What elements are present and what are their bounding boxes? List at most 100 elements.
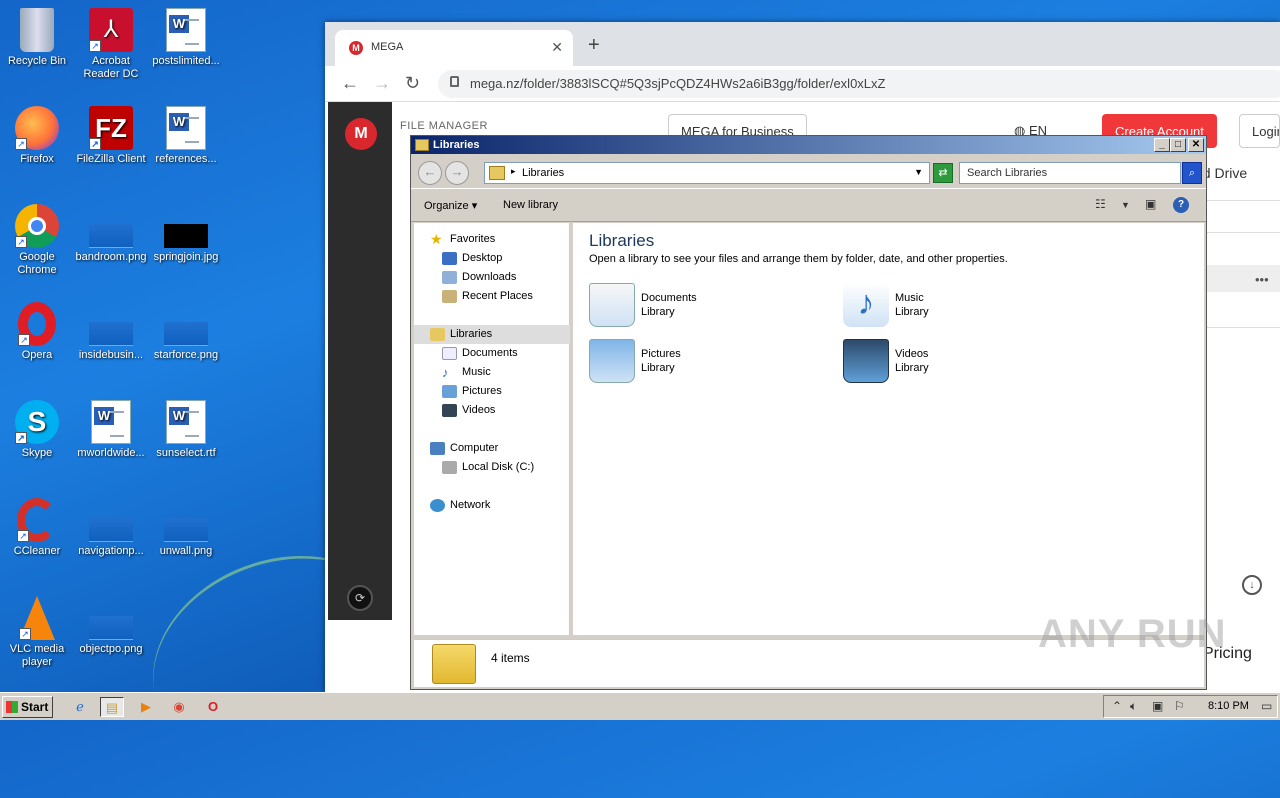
window-titlebar[interactable]: Libraries _ □ ✕ bbox=[411, 136, 1206, 154]
download-icon[interactable]: ↓ bbox=[1242, 575, 1262, 595]
view-dropdown-icon[interactable]: ▼ bbox=[1121, 200, 1130, 210]
desktop-icon-recycle-bin[interactable]: Recycle Bin bbox=[0, 2, 74, 68]
anyrun-watermark: ANY RUN bbox=[1038, 612, 1227, 656]
content-pane: Libraries Open a library to see your fil… bbox=[573, 223, 1204, 635]
help-icon[interactable]: ? bbox=[1173, 197, 1189, 213]
file-manager-label: FILE MANAGER bbox=[400, 120, 488, 132]
desktop-icon-skype[interactable]: S ↗ Skype bbox=[0, 394, 74, 460]
forward-arrow-icon[interactable]: → bbox=[373, 73, 391, 94]
explorer-taskbar-icon[interactable]: ▤ bbox=[100, 697, 124, 717]
back-button[interactable]: ← bbox=[418, 161, 442, 185]
libraries-folder-icon bbox=[432, 644, 476, 684]
desktop-file-starforce[interactable]: starforce.png bbox=[149, 296, 223, 362]
new-library-button[interactable]: New library bbox=[503, 199, 558, 211]
nav-label: Documents bbox=[462, 347, 518, 359]
nav-item-computer[interactable]: Computer bbox=[430, 439, 498, 458]
desktop-icon-chrome[interactable]: ↗ Google Chrome bbox=[0, 198, 74, 277]
selected-row[interactable] bbox=[1207, 265, 1280, 292]
action-center-flag-icon[interactable]: ⚐ bbox=[1174, 699, 1185, 713]
back-arrow-icon[interactable]: ← bbox=[341, 73, 359, 94]
desktop-icon-ccleaner[interactable]: ↗ CCleaner bbox=[0, 492, 74, 558]
folder-icon bbox=[415, 139, 429, 151]
organize-menu[interactable]: Organize ▾ bbox=[424, 199, 477, 212]
desktop-file-unwall[interactable]: unwall.png bbox=[149, 492, 223, 558]
close-tab-icon[interactable]: ✕ bbox=[551, 39, 563, 56]
item-count: 4 items bbox=[491, 651, 530, 665]
desktop-file-postslimited[interactable]: postslimited... bbox=[149, 2, 223, 68]
recent-places-icon bbox=[442, 289, 457, 303]
desktop-file-insidebusin[interactable]: insidebusin... bbox=[74, 296, 148, 362]
preview-pane-icon[interactable]: ▣ bbox=[1145, 197, 1156, 211]
library-type: Library bbox=[895, 362, 929, 374]
mega-logo-icon[interactable]: M bbox=[345, 118, 377, 150]
nav-item-pictures[interactable]: Pictures bbox=[442, 382, 502, 401]
library-type: Library bbox=[895, 306, 929, 318]
breadcrumb[interactable]: ▸ Libraries ▼ bbox=[484, 162, 930, 184]
image-file-icon bbox=[89, 224, 133, 248]
desktop-icon-vlc[interactable]: ↗ VLC media player bbox=[0, 590, 74, 669]
search-input[interactable]: Search Libraries bbox=[959, 162, 1181, 184]
minimize-button[interactable]: _ bbox=[1154, 138, 1170, 152]
nav-item-documents[interactable]: Documents bbox=[442, 344, 518, 363]
divider bbox=[1207, 200, 1280, 201]
desktop-file-sunselect[interactable]: sunselect.rtf bbox=[149, 394, 223, 460]
new-tab-button[interactable]: + bbox=[588, 34, 600, 57]
sync-icon[interactable]: ⟳ bbox=[347, 585, 373, 611]
nav-item-desktop[interactable]: Desktop bbox=[442, 249, 502, 268]
nav-item-videos[interactable]: Videos bbox=[442, 401, 495, 420]
forward-button[interactable]: → bbox=[445, 161, 469, 185]
more-options-icon[interactable]: ••• bbox=[1255, 272, 1269, 287]
videos-icon bbox=[442, 403, 457, 417]
login-button[interactable]: Login bbox=[1239, 114, 1280, 148]
network-tray-icon[interactable]: ▣ bbox=[1152, 699, 1163, 713]
reload-icon[interactable]: ↻ bbox=[405, 73, 420, 94]
nav-item-network[interactable]: Network bbox=[430, 496, 490, 515]
libraries-window: Libraries _ □ ✕ ← → ▸ Libraries ▼ ⇄ Sear… bbox=[410, 135, 1207, 690]
chevron-down-icon[interactable]: ▸ bbox=[511, 166, 516, 177]
word-doc-icon bbox=[166, 400, 206, 444]
nav-item-recent-places[interactable]: Recent Places bbox=[442, 287, 533, 306]
navigation-pane: ★ Favorites Desktop Downloads Recent Plac… bbox=[414, 223, 570, 635]
desktop-file-bandroom[interactable]: bandroom.png bbox=[74, 198, 148, 264]
tab-mega[interactable]: M MEGA ✕ bbox=[335, 30, 573, 66]
desktop-file-references[interactable]: references... bbox=[149, 100, 223, 166]
desktop-icon-filezilla[interactable]: FZ ↗ FileZilla Client bbox=[74, 100, 148, 166]
desktop-file-navigationp[interactable]: navigationp... bbox=[74, 492, 148, 558]
nav-item-local-disk[interactable]: Local Disk (C:) bbox=[442, 458, 534, 477]
library-documents[interactable]: Documents Library bbox=[589, 283, 819, 329]
show-desktop-icon[interactable]: ▭ bbox=[1261, 699, 1272, 713]
chrome-taskbar-icon[interactable]: ◉ bbox=[167, 697, 191, 717]
volume-icon[interactable]: 🔈︎ bbox=[1130, 699, 1137, 714]
url-bar[interactable]: mega.nz/folder/3883lSCQ#5Q3sjPcQDZ4HWs2a… bbox=[438, 70, 1280, 98]
nav-item-music[interactable]: ♪ Music bbox=[442, 363, 491, 382]
start-button[interactable]: Start bbox=[2, 696, 53, 718]
history-dropdown-icon[interactable]: ▼ bbox=[914, 167, 923, 177]
maximize-button[interactable]: □ bbox=[1170, 138, 1186, 152]
media-player-icon[interactable]: ▶ bbox=[134, 697, 158, 717]
nav-item-libraries[interactable]: Libraries bbox=[414, 325, 570, 344]
nav-item-favorites[interactable]: ★ Favorites bbox=[430, 230, 495, 249]
nav-label: Music bbox=[462, 366, 491, 378]
desktop-file-objectpo[interactable]: objectpo.png bbox=[74, 590, 148, 656]
library-pictures[interactable]: Pictures Library bbox=[589, 339, 819, 385]
search-icon[interactable]: ⌕ bbox=[1182, 162, 1202, 184]
clock[interactable]: 8:10 PM bbox=[1208, 700, 1249, 712]
desktop-icon-firefox[interactable]: ↗ Firefox bbox=[0, 100, 74, 166]
pictures-library-icon bbox=[589, 339, 635, 383]
desktop-file-mworldwide[interactable]: mworldwide... bbox=[74, 394, 148, 460]
library-music[interactable]: ♪ Music Library bbox=[843, 283, 1073, 329]
desktop-icon-acrobat[interactable]: ⅄ ↗ Acrobat Reader DC bbox=[74, 2, 148, 81]
opera-taskbar-icon[interactable]: O bbox=[201, 697, 225, 717]
image-file-icon bbox=[164, 518, 208, 542]
close-window-button[interactable]: ✕ bbox=[1188, 138, 1204, 152]
view-options-icon[interactable]: ☷ bbox=[1095, 197, 1106, 211]
desktop-icon-opera[interactable]: ↗ Opera bbox=[0, 296, 74, 362]
internet-explorer-icon[interactable]: ℯ bbox=[68, 697, 92, 717]
desktop-file-springjoin[interactable]: springjoin.jpg bbox=[149, 198, 223, 264]
show-hidden-icons-icon[interactable]: ⌃ bbox=[1112, 699, 1122, 713]
library-name: Pictures bbox=[641, 348, 681, 360]
nav-item-downloads[interactable]: Downloads bbox=[442, 268, 516, 287]
mega-favicon-icon: M bbox=[349, 41, 363, 55]
library-videos[interactable]: Videos Library bbox=[843, 339, 1073, 385]
refresh-icon[interactable]: ⇄ bbox=[933, 163, 953, 183]
